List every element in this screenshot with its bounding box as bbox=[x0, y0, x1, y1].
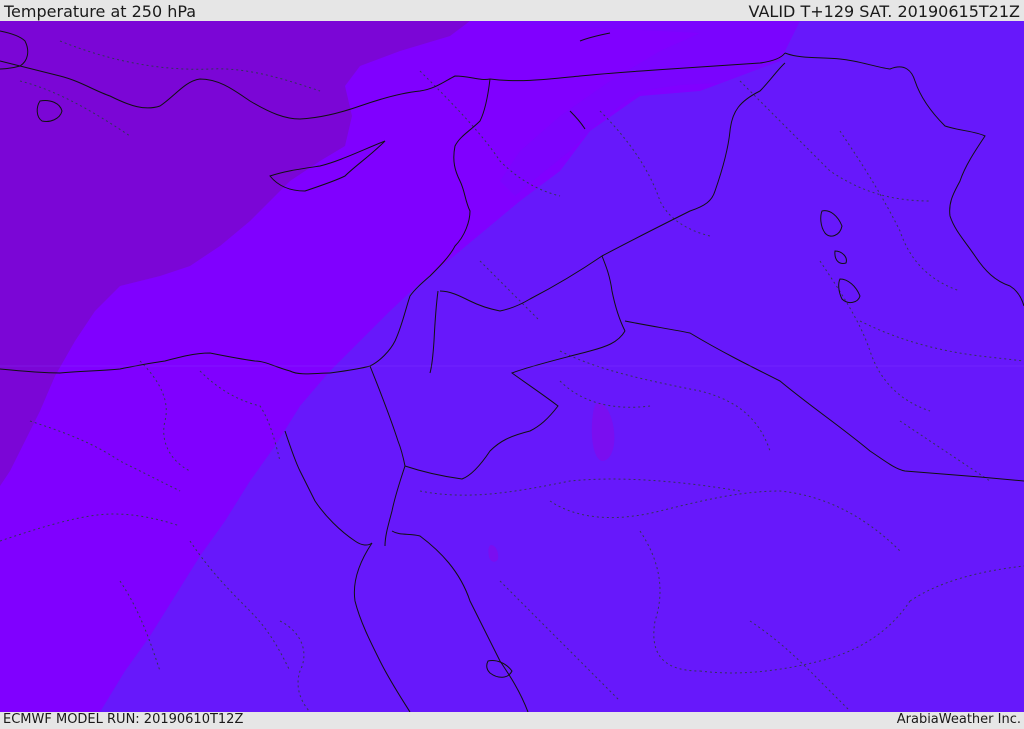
header-bar: Temperature at 250 hPa VALID T+129 SAT. … bbox=[0, 0, 1024, 21]
credit-label: ArabiaWeather Inc. bbox=[896, 712, 1021, 727]
footer-bar: ECMWF MODEL RUN: 20190610T12Z ArabiaWeat… bbox=[0, 712, 1024, 729]
map-canvas bbox=[0, 21, 1024, 712]
map-title: Temperature at 250 hPa bbox=[4, 2, 197, 21]
valid-time: VALID T+129 SAT. 20190615T21Z bbox=[748, 2, 1020, 21]
weather-map-page: Temperature at 250 hPa VALID T+129 SAT. … bbox=[0, 0, 1024, 729]
temperature-map bbox=[0, 21, 1024, 712]
model-run-label: ECMWF MODEL RUN: 20190610T12Z bbox=[3, 712, 244, 727]
